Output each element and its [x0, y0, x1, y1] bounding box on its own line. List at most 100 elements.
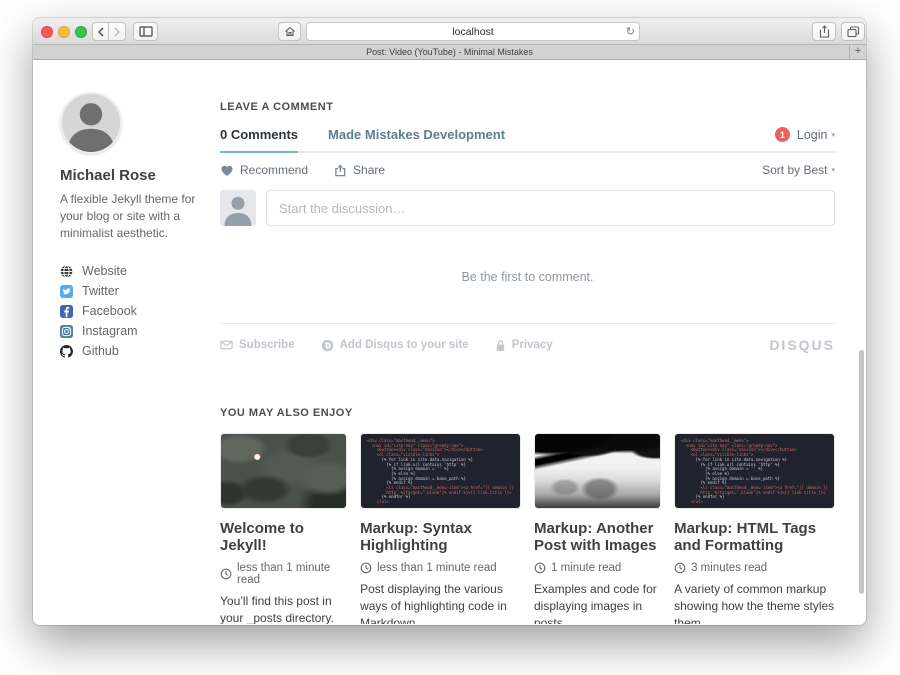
sidebar-social-link[interactable]: Website — [60, 261, 218, 281]
related-post-card: Markup: Another Post with Images 1 minut… — [534, 433, 661, 624]
clock-icon — [534, 562, 546, 574]
tab-title[interactable]: Post: Video (YouTube) - Minimal Mistakes — [366, 47, 533, 57]
related-post-card: <div class="masthead__menu"> <nav id="si… — [674, 433, 835, 624]
page-content: Michael Rose A flexible Jekyll theme for… — [33, 60, 866, 624]
post-excerpt: Post displaying the various ways of high… — [360, 581, 521, 625]
author-sidebar: Michael Rose A flexible Jekyll theme for… — [60, 60, 218, 361]
url-text: localhost — [452, 26, 493, 38]
post-read-time: 1 minute read — [534, 562, 661, 574]
close-window-button[interactable] — [41, 26, 53, 38]
related-posts-grid: Welcome to Jekyll! less than 1 minute re… — [220, 433, 835, 624]
post-excerpt: A variety of common markup showing how t… — [674, 581, 835, 625]
disqus-logo[interactable]: DISQUS — [769, 337, 835, 353]
sidebar-icon — [139, 26, 153, 37]
add-disqus-label: Add Disqus to your site — [340, 339, 469, 351]
clock-icon — [360, 562, 372, 574]
post-title[interactable]: Markup: Another Post with Images — [534, 520, 661, 555]
share-label: Share — [353, 163, 385, 177]
subscribe-label: Subscribe — [239, 339, 295, 351]
author-avatar — [60, 92, 122, 154]
reload-icon[interactable]: ↻ — [626, 23, 635, 40]
disqus-tab-row: 0 Comments Made Mistakes Development 1 L… — [220, 127, 835, 153]
sort-control[interactable]: Sort by Best ▾ — [762, 163, 835, 177]
tab-bar: Post: Video (YouTube) - Minimal Mistakes… — [33, 45, 866, 60]
tab-comments[interactable]: 0 Comments — [220, 127, 298, 153]
post-thumbnail[interactable]: <div class="masthead__menu"> <nav id="si… — [674, 433, 835, 509]
post-read-time: less than 1 minute read — [360, 562, 521, 574]
author-links: Website Twitter Facebook Instagram Githu… — [60, 261, 218, 361]
chevron-down-icon: ▾ — [831, 131, 835, 139]
tab-community[interactable]: Made Mistakes Development — [328, 127, 505, 151]
post-read-time: less than 1 minute read — [220, 562, 347, 586]
sidebar-social-link[interactable]: Twitter — [60, 281, 218, 301]
sort-label: Sort by Best — [762, 163, 827, 177]
related-heading: YOU MAY ALSO ENJOY — [220, 407, 835, 419]
post-title[interactable]: Welcome to Jekyll! — [220, 520, 347, 555]
twitter-icon — [60, 285, 73, 298]
social-link-label: Github — [82, 344, 119, 358]
social-link-label: Twitter — [82, 284, 119, 298]
post-thumbnail[interactable]: <div class="masthead__menu"> <nav id="si… — [360, 433, 521, 509]
related-post-card: Welcome to Jekyll! less than 1 minute re… — [220, 433, 347, 624]
share-button[interactable] — [812, 22, 836, 41]
sidebar-social-link[interactable]: Github — [60, 341, 218, 361]
back-button[interactable] — [92, 22, 109, 41]
minimize-window-button[interactable] — [58, 26, 70, 38]
share-icon — [819, 25, 830, 38]
person-silhouette-icon — [62, 94, 120, 152]
post-thumbnail[interactable] — [220, 433, 347, 509]
main-column: LEAVE A COMMENT 0 Comments Made Mistakes… — [220, 60, 835, 624]
social-link-label: Instagram — [82, 324, 138, 338]
tabs-icon — [847, 26, 860, 38]
comment-compose-row — [220, 190, 835, 226]
tab-overview-button[interactable] — [841, 22, 865, 41]
lock-icon — [495, 339, 506, 352]
globe-icon — [60, 265, 73, 278]
privacy-link[interactable]: Privacy — [495, 339, 553, 352]
person-silhouette-icon — [220, 190, 256, 226]
instagram-icon — [60, 325, 73, 338]
post-title[interactable]: Markup: HTML Tags and Formatting — [674, 520, 835, 555]
clock-icon — [220, 568, 232, 580]
sidebar-social-link[interactable]: Instagram — [60, 321, 218, 341]
share-thread-button[interactable]: Share — [334, 163, 385, 177]
home-button[interactable] — [278, 22, 301, 41]
social-link-label: Facebook — [82, 304, 137, 318]
sidebar-social-link[interactable]: Facebook — [60, 301, 218, 321]
subscribe-link[interactable]: Subscribe — [220, 339, 295, 351]
chevron-left-icon — [97, 27, 105, 37]
add-disqus-link[interactable]: Add Disqus to your site — [321, 339, 469, 352]
disqus-action-row: Recommend Share Sort by Best ▾ — [220, 163, 835, 177]
notification-badge[interactable]: 1 — [775, 127, 790, 142]
home-icon — [284, 26, 296, 37]
chevron-right-icon — [113, 27, 121, 37]
disqus-d-icon — [321, 339, 334, 352]
sidebar-toggle-button[interactable] — [133, 22, 158, 41]
zoom-window-button[interactable] — [75, 26, 87, 38]
scrollbar-thumb[interactable] — [859, 350, 864, 594]
browser-window: localhost ↻ Post: Video (YouTube) - Mini… — [33, 18, 866, 625]
github-icon — [60, 345, 73, 358]
share-arrow-icon — [334, 164, 347, 177]
post-thumbnail[interactable] — [534, 433, 661, 509]
guest-avatar — [220, 190, 256, 226]
comments-heading: LEAVE A COMMENT — [220, 101, 835, 113]
browser-toolbar: localhost ↻ — [33, 18, 866, 45]
author-name: Michael Rose — [60, 167, 218, 184]
login-control[interactable]: 1 Login ▾ — [775, 127, 835, 151]
comment-input[interactable] — [266, 190, 835, 226]
post-excerpt: You’ll find this post in your _posts dir… — [220, 593, 347, 625]
clock-icon — [674, 562, 686, 574]
heart-icon — [220, 164, 234, 177]
forward-button[interactable] — [109, 22, 126, 41]
post-title[interactable]: Markup: Syntax Highlighting — [360, 520, 521, 555]
recommend-label: Recommend — [240, 163, 308, 177]
new-tab-button[interactable]: + — [849, 45, 866, 59]
recommend-button[interactable]: Recommend — [220, 163, 308, 177]
post-excerpt: Examples and code for displaying images … — [534, 581, 661, 625]
address-bar[interactable]: localhost ↻ — [306, 22, 640, 41]
facebook-icon — [60, 305, 73, 318]
privacy-label: Privacy — [512, 339, 553, 351]
empty-state-message: Be the first to comment. — [220, 270, 835, 284]
envelope-icon — [220, 340, 233, 350]
